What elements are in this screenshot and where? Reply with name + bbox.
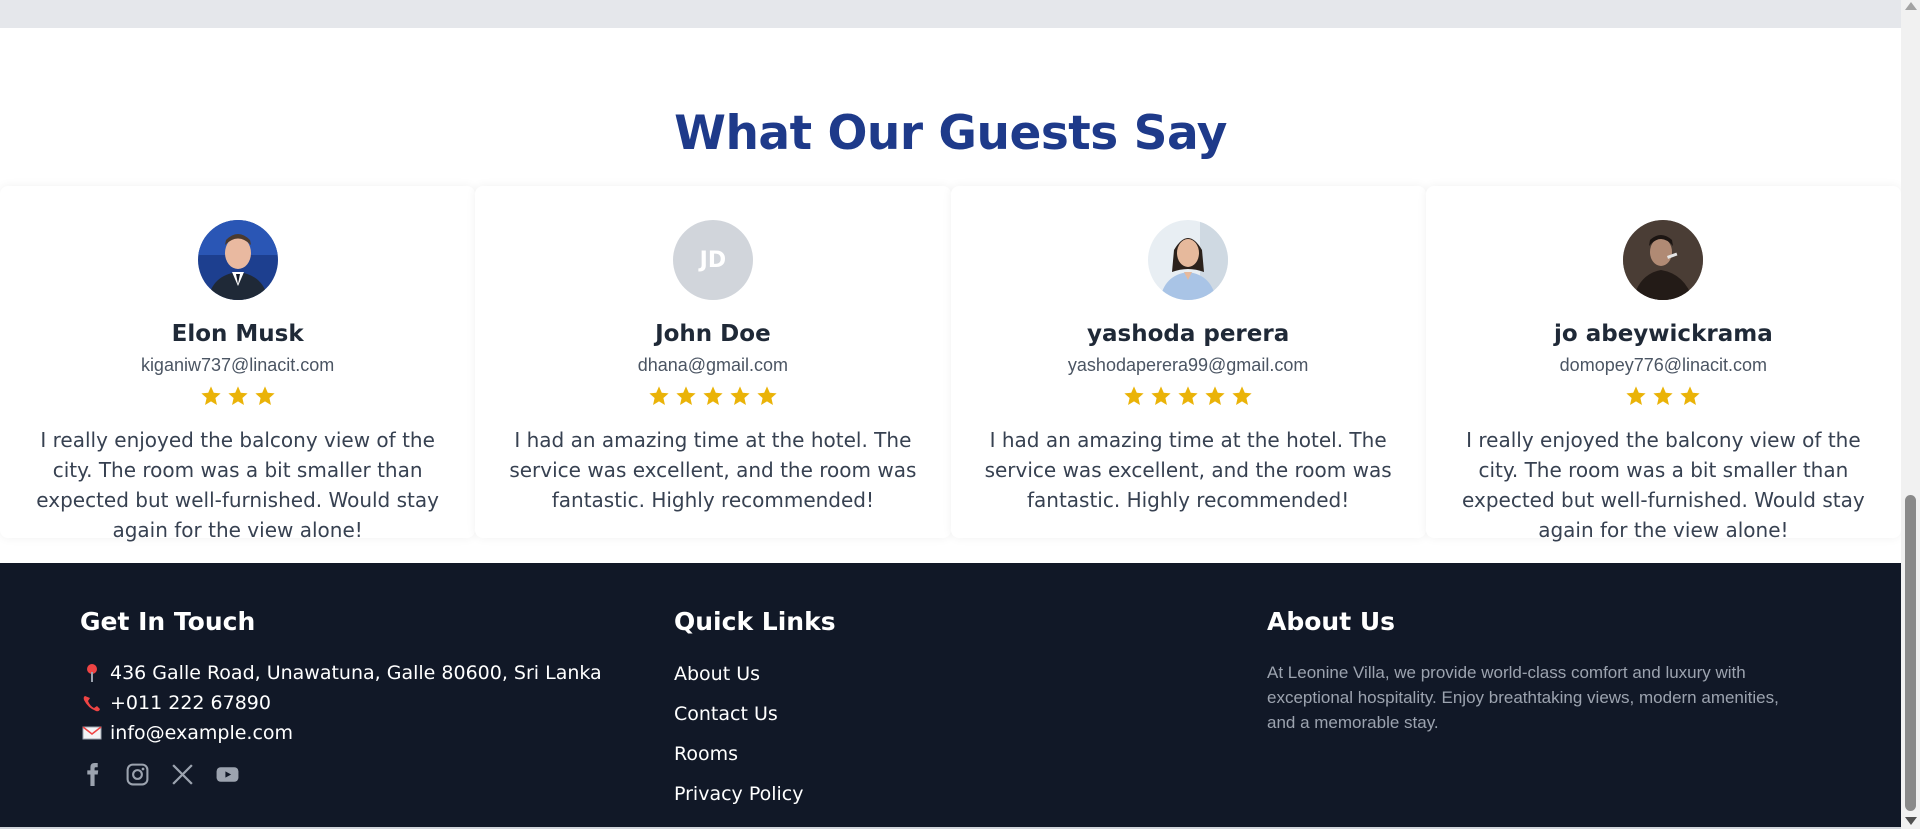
location-pin-icon <box>80 662 104 684</box>
review-text: I really enjoyed the balcony view of the… <box>1462 428 1865 542</box>
star-icon <box>1178 386 1198 405</box>
quick-links: About Us Contact Us Rooms Privacy Policy <box>674 654 836 814</box>
footer-heading: About Us <box>1267 607 1396 636</box>
testimonials-section: What Our Guests Say Elon Musk kiganiw737… <box>0 28 1901 563</box>
star-icon <box>757 386 777 405</box>
footer-link-about-us[interactable]: About Us <box>674 654 836 694</box>
reviewer-email: kiganiw737@linacit.com <box>140 355 335 375</box>
avatar <box>1623 220 1704 300</box>
reviewer-name: John Doe <box>655 321 771 347</box>
instagram-icon[interactable] <box>125 762 150 787</box>
footer-quick-links-column: Quick Links About Us Contact Us Rooms Pr… <box>674 607 836 814</box>
star-icon <box>201 386 221 405</box>
review-card: Elon Musk kiganiw737@linacit.com I reall… <box>0 186 476 542</box>
page: What Our Guests Say Elon Musk kiganiw737… <box>0 0 1920 829</box>
facebook-icon[interactable] <box>80 762 105 787</box>
x-icon[interactable] <box>170 762 195 787</box>
review-text: I had an amazing time at the hotel. The … <box>984 428 1392 512</box>
review-text: I had an amazing time at the hotel. The … <box>509 428 917 512</box>
address-text: 436 Galle Road, Unawatuna, Galle 80600, … <box>110 662 602 684</box>
reviewer-email: dhana@gmail.com <box>637 355 789 375</box>
footer-heading: Quick Links <box>674 607 836 636</box>
footer-link-contact-us[interactable]: Contact Us <box>674 694 836 734</box>
review-text: I really enjoyed the balcony view of the… <box>36 428 439 542</box>
footer-about-column: About Us At Leonine Villa, we provide wo… <box>1267 607 1807 735</box>
social-links <box>80 762 602 787</box>
star-icon <box>1124 386 1144 405</box>
footer-link-privacy-policy[interactable]: Privacy Policy <box>674 774 836 814</box>
previous-section-edge <box>0 0 1901 28</box>
reviewer-name: yashoda perera <box>1087 321 1290 347</box>
contact-email: info@example.com <box>80 718 602 748</box>
footer-contact-column: Get In Touch 436 Galle Road, Unawatuna, … <box>80 607 602 787</box>
contact-address: 436 Galle Road, Unawatuna, Galle 80600, … <box>80 658 602 688</box>
avatar-photo-icon <box>197 220 278 300</box>
review-card: JD John Doe dhana@gmail.com I had an ama… <box>475 186 951 538</box>
footer-heading: Get In Touch <box>80 607 256 636</box>
review-cards: Elon Musk kiganiw737@linacit.com I reall… <box>0 186 1901 542</box>
star-rating <box>475 385 950 409</box>
avatar-initials: JD <box>672 220 753 300</box>
phone-icon <box>80 692 104 714</box>
star-icon <box>255 386 275 405</box>
reviewer-email: yashodaperera99@gmail.com <box>1067 355 1309 375</box>
star-rating <box>1426 385 1901 409</box>
section-title: What Our Guests Say <box>674 106 1227 161</box>
star-icon <box>1626 386 1646 405</box>
scrollbar-thumb[interactable] <box>1905 495 1916 811</box>
avatar <box>197 220 278 300</box>
avatar-photo-icon <box>1148 220 1229 300</box>
star-icon <box>1151 386 1171 405</box>
reviewer-name: Elon Musk <box>171 321 304 347</box>
reviewer-email: domopey776@linacit.com <box>1559 355 1768 375</box>
star-icon <box>228 386 248 405</box>
star-icon <box>1205 386 1225 405</box>
avatar-photo-icon <box>1623 220 1704 300</box>
star-icon <box>676 386 696 405</box>
vertical-scrollbar[interactable] <box>1901 0 1920 829</box>
star-rating <box>951 385 1426 409</box>
youtube-icon[interactable] <box>215 762 240 787</box>
star-icon <box>649 386 669 405</box>
site-footer: Get In Touch 436 Galle Road, Unawatuna, … <box>0 563 1901 829</box>
email-text: info@example.com <box>110 722 294 744</box>
star-icon <box>1680 386 1700 405</box>
star-icon <box>730 386 750 405</box>
phone-text: +011 222 67890 <box>110 692 271 714</box>
star-rating <box>0 385 475 409</box>
contact-phone: +011 222 67890 <box>80 688 602 718</box>
star-icon <box>1653 386 1673 405</box>
avatar <box>1148 220 1229 300</box>
reviewer-name: jo abeywickrama <box>1554 321 1773 347</box>
about-text: At Leonine Villa, we provide world-class… <box>1267 663 1779 732</box>
scroll-up-arrow-icon[interactable] <box>1905 2 1917 10</box>
star-icon <box>703 386 723 405</box>
footer-link-rooms[interactable]: Rooms <box>674 734 836 774</box>
review-card: yashoda perera yashodaperera99@gmail.com… <box>950 186 1426 538</box>
star-icon <box>1232 386 1252 405</box>
page-content: What Our Guests Say Elon Musk kiganiw737… <box>0 0 1901 829</box>
envelope-icon <box>80 722 104 744</box>
scroll-down-arrow-icon[interactable] <box>1905 817 1917 825</box>
review-card: jo abeywickrama domopey776@linacit.com I… <box>1425 186 1901 542</box>
